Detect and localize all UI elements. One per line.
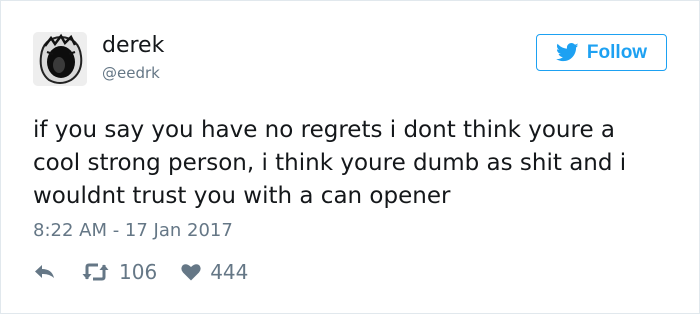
tweet-text-line: if you say you have no regrets i dont th… <box>33 117 615 143</box>
heart-icon <box>181 264 201 281</box>
tweet-text-line: cool strong person, i think youre dumb a… <box>33 150 627 176</box>
tweet-timestamp[interactable]: 8:22 AM - 17 Jan 2017 <box>33 220 233 241</box>
twitter-bird-icon <box>555 43 579 62</box>
follow-button-label: Follow <box>586 41 648 63</box>
reply-arrow-icon <box>35 265 54 278</box>
user-avatar[interactable] <box>33 32 87 86</box>
retweet-button[interactable]: 106 <box>82 260 157 284</box>
user-handle[interactable]: @eedrk <box>102 63 160 83</box>
tweet-text: if you say you have no regrets i dont th… <box>33 114 673 213</box>
screaming-face-avatar-icon <box>33 32 87 86</box>
user-display-name[interactable]: derek <box>102 31 164 61</box>
like-count: 444 <box>210 260 249 284</box>
retweet-count: 106 <box>119 260 158 284</box>
follow-button[interactable]: Follow <box>536 34 667 71</box>
like-button[interactable]: 444 <box>181 260 248 284</box>
tweet-text-line: wouldnt trust you with a can opener <box>33 183 451 209</box>
tweet-card: derek @eedrk Follow if you say you have … <box>0 0 700 314</box>
reply-button[interactable] <box>34 264 56 280</box>
retweet-icon <box>82 263 109 281</box>
tweet-actions: 106 444 <box>34 258 248 286</box>
